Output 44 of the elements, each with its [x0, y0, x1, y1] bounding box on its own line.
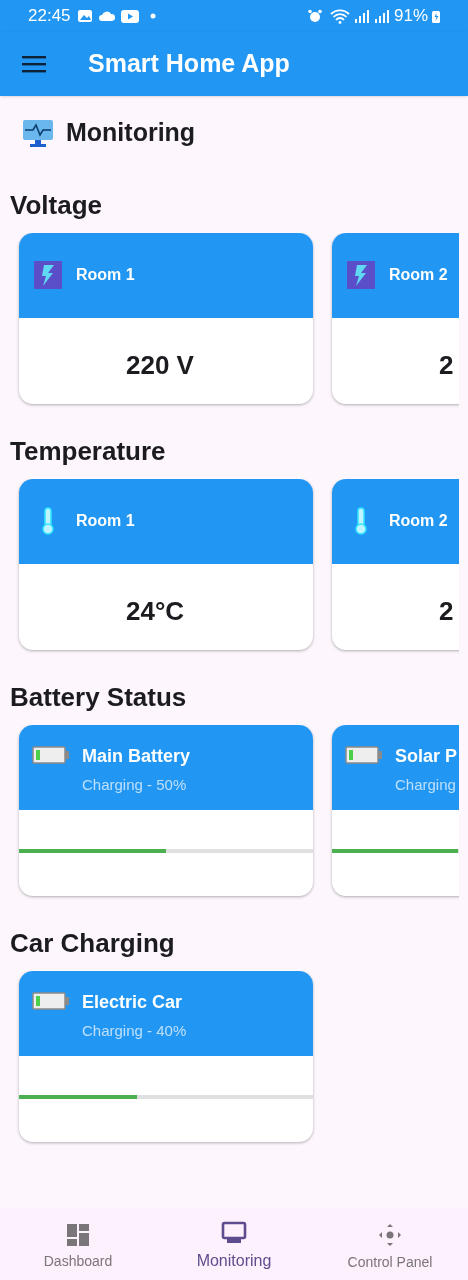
- signal-icon: [353, 9, 370, 23]
- reading-value: 220 V: [126, 349, 194, 380]
- card-title: Room 1: [76, 265, 135, 285]
- reading-value: 2: [439, 595, 454, 626]
- card-status: Charging - 40%: [82, 1020, 187, 1041]
- card-title: Room 2: [389, 511, 448, 531]
- card-title: Electric Car: [82, 990, 184, 1014]
- monitor-icon: [22, 117, 54, 148]
- card-title: Room 1: [76, 511, 135, 531]
- nav-tab[interactable]: Dashboard: [0, 1216, 156, 1272]
- image-icon: [76, 9, 93, 23]
- wifi-icon: [329, 8, 350, 24]
- dashboard-icon: [66, 1222, 90, 1247]
- lightning-icon: [32, 259, 64, 291]
- battery-icon: [32, 744, 70, 765]
- battery-icon: [345, 744, 383, 765]
- signal-icon: [373, 9, 390, 23]
- video-icon: [120, 9, 139, 23]
- status-time: 22:45: [28, 5, 71, 28]
- reading-value: 24°C: [126, 595, 185, 626]
- card-status: Charging: [395, 774, 457, 795]
- section-title: Temperature: [9, 434, 167, 468]
- section-title: Car Charging: [9, 926, 176, 960]
- lightning-icon: [345, 259, 377, 291]
- card-title: Solar P: [395, 744, 458, 768]
- app-title: Smart Home App: [88, 48, 290, 80]
- menu-icon: [22, 55, 46, 73]
- section-title: Voltage: [9, 188, 103, 222]
- card-title: Room 2: [389, 265, 448, 285]
- card-status: Charging - 50%: [82, 774, 188, 795]
- card-title: Main Battery: [82, 744, 191, 768]
- battery-charging-icon: [432, 9, 440, 23]
- dot-icon: [149, 13, 156, 19]
- nav-tab[interactable]: Monitoring: [156, 1215, 312, 1273]
- section-title: Battery Status: [9, 680, 188, 714]
- monitor-icon: [221, 1221, 247, 1245]
- alarm-icon: [307, 9, 322, 23]
- cloud-icon: [97, 10, 116, 22]
- move-icon: [377, 1221, 403, 1248]
- page-title: Monitoring: [66, 117, 196, 148]
- nav-tab[interactable]: Control Panel: [312, 1215, 468, 1273]
- battery-icon: [32, 990, 70, 1011]
- reading-value: 2: [439, 349, 454, 380]
- battery-percent: 91%: [393, 5, 428, 28]
